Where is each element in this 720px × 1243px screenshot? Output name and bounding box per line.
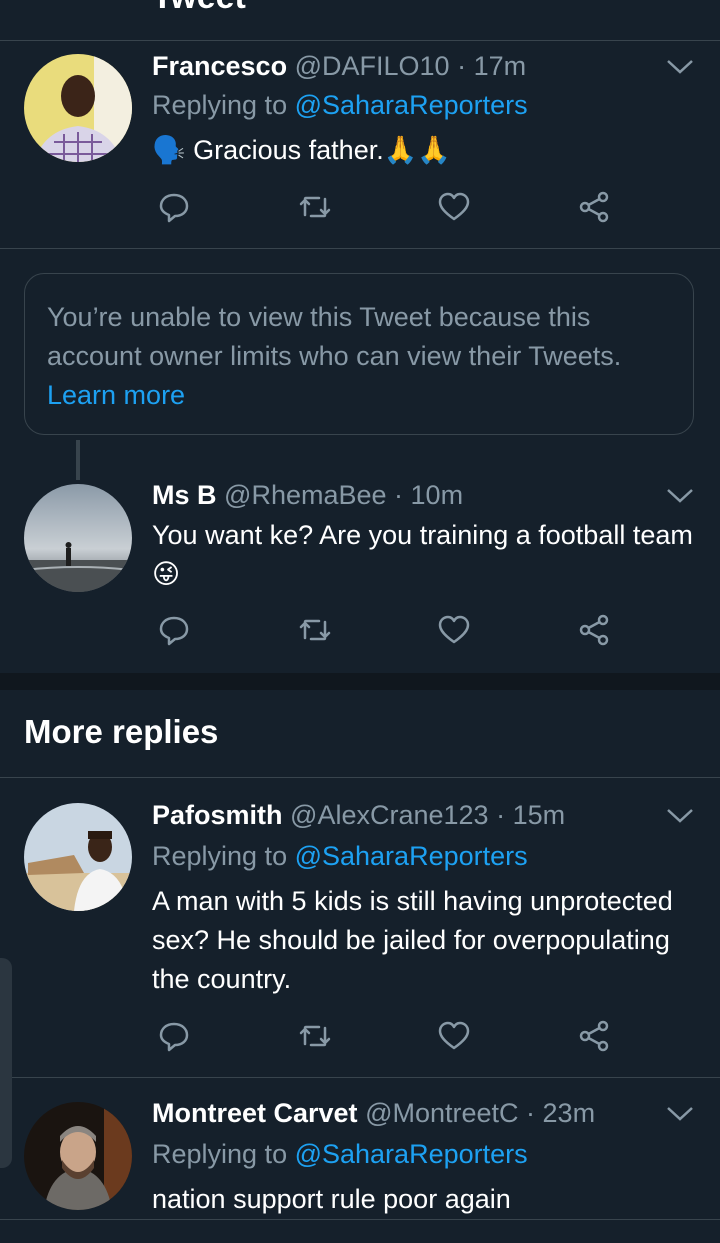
page-title: Tweet	[152, 0, 246, 17]
tweet-actions	[152, 189, 632, 229]
replying-to: Replying to @SaharaReporters	[152, 838, 528, 874]
timestamp: · 17m	[457, 51, 527, 81]
reply-icon	[159, 1022, 189, 1052]
learn-more-link[interactable]: Learn more	[47, 380, 185, 410]
tweet-header: Francesco @DAFILO10 · 17m	[152, 49, 526, 83]
top-bar: ← Tweet	[0, 0, 720, 41]
user-handle[interactable]: @AlexCrane123	[290, 800, 489, 830]
display-name[interactable]: Ms B	[152, 480, 217, 510]
display-name[interactable]: Pafosmith	[152, 800, 283, 830]
more-replies-heading: More replies	[24, 713, 219, 750]
replying-to-link[interactable]: @SaharaReporters	[295, 90, 528, 120]
divider	[0, 248, 720, 249]
replying-to-label: Replying to	[152, 1139, 295, 1169]
heart-icon	[438, 615, 470, 644]
tweet-ms-b[interactable]: Ms B @RhemaBee · 10m You want ke? Are yo…	[0, 478, 720, 672]
user-handle[interactable]: @RhemaBee	[224, 480, 387, 510]
tweet-montreet-carvet[interactable]: Montreet Carvet @MontreetC · 23m Replyin…	[0, 1078, 720, 1220]
tweet-actions	[152, 612, 632, 652]
avatar[interactable]	[24, 1102, 132, 1210]
reply-button[interactable]	[156, 189, 196, 229]
retweet-icon	[299, 1025, 331, 1047]
limited-tweet-notice: You’re unable to view this Tweet because…	[24, 273, 694, 435]
share-icon	[579, 191, 609, 223]
section-gap	[0, 673, 720, 690]
share-button[interactable]	[576, 1018, 616, 1058]
like-button[interactable]	[436, 189, 476, 229]
tweet-text: A man with 5 kids is still having unprot…	[152, 886, 673, 994]
thread-connector	[76, 440, 80, 480]
tweet-header: Ms B @RhemaBee · 10m	[152, 478, 463, 512]
timestamp: · 15m	[496, 800, 566, 830]
tweet-header: Montreet Carvet @MontreetC · 23m	[152, 1096, 595, 1130]
divider	[0, 1219, 720, 1220]
retweet-button[interactable]	[297, 612, 337, 652]
heart-icon	[438, 1021, 470, 1050]
scroll-handle[interactable]	[0, 958, 12, 1168]
back-arrow-icon[interactable]: ←	[40, 0, 70, 8]
replying-to-link[interactable]: @SaharaReporters	[295, 841, 528, 871]
chevron-down-icon[interactable]	[664, 57, 696, 77]
chevron-down-icon[interactable]	[664, 806, 696, 826]
tweet-pafosmith[interactable]: Pafosmith @AlexCrane123 · 15m Replying t…	[0, 778, 720, 1076]
tweet-text: You want ke? Are you training a football…	[152, 520, 693, 589]
like-button[interactable]	[436, 612, 476, 652]
notice-text: You’re unable to view this Tweet because…	[47, 302, 622, 371]
share-icon	[579, 614, 609, 646]
avatar[interactable]	[24, 54, 132, 162]
retweet-button[interactable]	[297, 189, 337, 229]
timestamp: · 23m	[526, 1098, 596, 1128]
chevron-down-icon[interactable]	[664, 1104, 696, 1124]
like-button[interactable]	[436, 1018, 476, 1058]
avatar[interactable]	[24, 484, 132, 592]
reply-icon	[159, 193, 189, 223]
reply-button[interactable]	[156, 612, 196, 652]
replying-to-link[interactable]: @SaharaReporters	[295, 1139, 528, 1169]
tweet-actions	[152, 1018, 632, 1058]
display-name[interactable]: Francesco	[152, 51, 287, 81]
reply-icon	[159, 616, 189, 646]
tweet-francesco[interactable]: Francesco @DAFILO10 · 17m Replying to @S…	[0, 41, 720, 248]
avatar[interactable]	[24, 803, 132, 911]
tweet-text: 🗣️ Gracious father.🙏🙏	[152, 135, 451, 165]
replying-to-label: Replying to	[152, 90, 295, 120]
tweet-header: Pafosmith @AlexCrane123 · 15m	[152, 798, 565, 832]
replying-to-label: Replying to	[152, 841, 295, 871]
share-icon	[579, 1020, 609, 1052]
chevron-down-icon[interactable]	[664, 486, 696, 506]
user-handle[interactable]: @DAFILO10	[295, 51, 450, 81]
share-button[interactable]	[576, 189, 616, 229]
replying-to: Replying to @SaharaReporters	[152, 1136, 528, 1172]
tweet-text: nation support rule poor again	[152, 1184, 511, 1214]
timestamp: · 10m	[394, 480, 464, 510]
retweet-icon	[299, 619, 331, 641]
share-button[interactable]	[576, 612, 616, 652]
retweet-icon	[299, 196, 331, 218]
reply-button[interactable]	[156, 1018, 196, 1058]
replying-to: Replying to @SaharaReporters	[152, 87, 528, 123]
user-handle[interactable]: @MontreetC	[365, 1098, 518, 1128]
display-name[interactable]: Montreet Carvet	[152, 1098, 358, 1128]
heart-icon	[438, 192, 470, 221]
retweet-button[interactable]	[297, 1018, 337, 1058]
